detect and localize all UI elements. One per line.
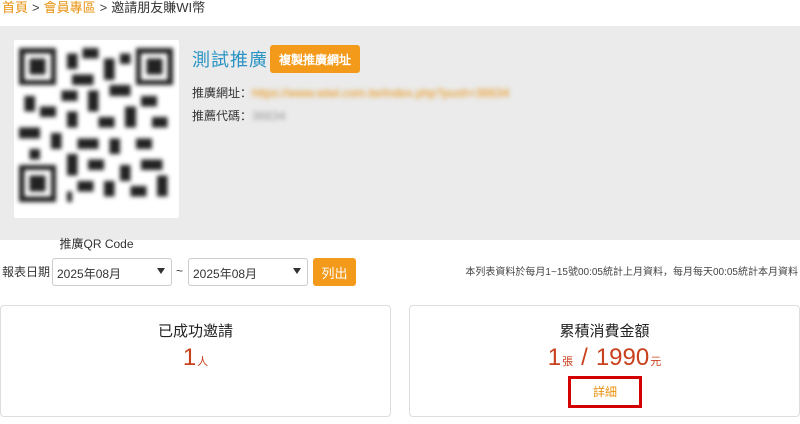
spend-amount: 1990 — [595, 344, 650, 371]
invited-unit: 人 — [197, 356, 209, 368]
spend-slash: / — [581, 344, 588, 371]
referral-code-row: 推薦代碼：36634 — [192, 107, 285, 124]
qr-label: 推廣QR Code — [59, 237, 134, 251]
stats-schedule-note: 本列表資料於每月1~15號00:05統計上月資料，每月每天00:05統計本月資料 — [465, 267, 798, 278]
referral-code-value: 36634 — [252, 109, 286, 123]
caret-down-icon — [157, 268, 165, 274]
date-from-select[interactable]: 2025年08月 — [52, 258, 172, 286]
detail-link[interactable]: 詳細 — [568, 376, 642, 408]
date-to-value: 2025年08月 — [193, 267, 258, 281]
qr-card — [14, 40, 179, 218]
copy-url-button[interactable]: 複製推廣網址 — [270, 45, 360, 73]
invited-count: 1 — [182, 344, 197, 371]
spend-count-unit: 張 — [562, 356, 574, 368]
promo-url-link[interactable]: https://www.wiwi.com.tw/index.php?push=3… — [252, 86, 509, 100]
spend-stat-title: 累積消費金額 — [559, 323, 650, 340]
spend-stat-card: 累積消費金額 1張 / 1990元 詳細 — [409, 305, 800, 417]
spend-count: 1 — [547, 344, 562, 371]
breadcrumb-separator: > — [99, 0, 108, 15]
date-from-value: 2025年08月 — [57, 267, 122, 281]
invited-stat-card: 已成功邀請 1人 — [0, 305, 391, 417]
date-to-select[interactable]: 2025年08月 — [188, 258, 308, 286]
breadcrumb-separator: > — [32, 0, 40, 15]
invited-stat-title: 已成功邀請 — [157, 323, 233, 340]
promo-title: 測試推廣 — [192, 50, 268, 70]
breadcrumb-member-link[interactable]: 會員專區 — [44, 0, 96, 15]
report-date-label: 報表日期 — [2, 265, 51, 279]
qr-code-image — [19, 48, 173, 202]
date-range-tilde: ~ — [176, 264, 184, 278]
spend-stat-value: 1張 / 1990元 — [410, 344, 799, 372]
promo-url-row: 推廣網址：https://www.wiwi.com.tw/index.php?p… — [192, 84, 509, 101]
breadcrumb-home-link[interactable]: 首頁 — [2, 0, 28, 15]
spend-amount-unit: 元 — [650, 356, 662, 368]
breadcrumb-current: 邀請朋友賺WI幣 — [111, 0, 206, 15]
list-button[interactable]: 列出 — [313, 258, 356, 286]
promo-url-label: 推廣網址： — [192, 86, 253, 100]
referral-code-label: 推薦代碼： — [192, 109, 253, 123]
promo-panel: 推廣QR Code 測試推廣 複製推廣網址 推廣網址：https://www.w… — [0, 26, 800, 251]
caret-down-icon — [293, 268, 301, 274]
invited-stat-value: 1人 — [1, 344, 390, 372]
breadcrumb: 首頁 > 會員專區 > 邀請朋友賺WI幣 — [2, 0, 205, 18]
